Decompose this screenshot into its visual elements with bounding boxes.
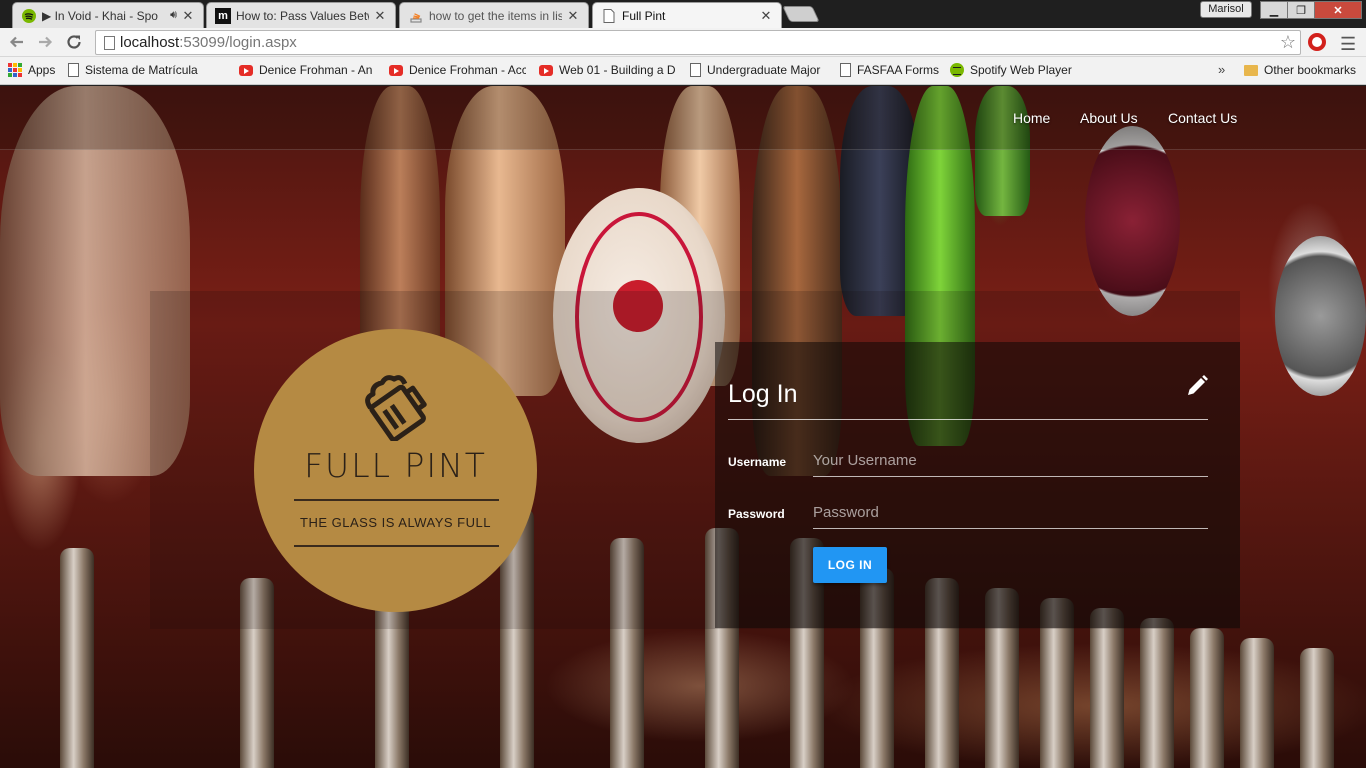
tab-title: Full Pint [622,8,666,23]
page-icon [690,63,701,77]
reload-button[interactable] [63,31,85,53]
background-tap-handle [1275,236,1366,396]
close-tab-icon[interactable]: ✕ [759,8,773,24]
password-input[interactable] [813,497,1208,529]
youtube-icon [239,64,253,76]
page-icon [601,8,617,24]
bookmark-item[interactable]: Undergraduate Major [690,63,827,77]
profile-badge[interactable]: Marisol [1200,1,1252,18]
username-label: Username [728,455,787,469]
bookmark-item[interactable]: Denice Frohman - An [239,63,376,77]
bookmark-label: Spotify Web Player [970,63,1072,77]
bookmark-label: Undergraduate Major [707,63,821,77]
background-faucet [1300,648,1334,768]
nav-home-link[interactable]: Home [1013,110,1050,126]
background-faucet [1240,638,1274,768]
close-tab-icon[interactable]: ✕ [566,8,580,24]
bookmark-label: Other bookmarks [1264,63,1357,77]
background-tap-handle [1085,126,1180,316]
chrome-menu-icon[interactable]: ☰ [1340,34,1356,55]
browser-tab-strip: ▶ In Void - Khai - Spo 🔊︎ ✕ m How to: Pa… [0,0,1366,28]
login-button[interactable]: LOG IN [813,547,887,583]
full-pint-logo: FULL PINT THE GLASS IS ALWAYS FULL [254,329,537,612]
nav-contact-link[interactable]: Contact Us [1168,110,1237,126]
beer-mug-icon [365,375,427,441]
username-input[interactable] [813,445,1208,477]
tab-title: ▶ In Void - Khai - Spo [42,8,158,23]
back-button[interactable] [6,31,28,53]
other-bookmarks[interactable]: Other bookmarks [1244,63,1356,77]
pencil-icon [1188,375,1208,395]
url-text: localhost:53099/login.aspx [120,34,297,51]
bookmark-star-icon[interactable]: ☆ [1280,32,1296,53]
page-icon [68,63,79,77]
youtube-icon [539,64,553,76]
bookmark-label: Web 01 - Building a D [559,63,676,77]
youtube-icon [389,64,403,76]
maximize-button[interactable]: ❐ [1287,1,1315,19]
bookmark-item[interactable]: Web 01 - Building a D [539,63,676,77]
apps-icon [8,63,22,77]
folder-icon [1244,64,1258,76]
logo-divider [294,545,499,547]
background-faucet [60,548,94,768]
bookmark-label: Sistema de Matrícula [85,63,198,77]
tab-title: How to: Pass Values Betw [236,8,369,23]
reload-icon [67,35,81,49]
minimize-button[interactable]: ▁ [1260,1,1288,19]
site-navbar: Home About Us Contact Us [0,86,1366,150]
bookmarks-bar: Apps Sistema de Matrícula Denice Frohman… [0,57,1366,85]
arrow-left-icon [9,36,23,48]
logo-tagline: THE GLASS IS ALWAYS FULL [300,515,491,530]
browser-tab[interactable]: ▶ In Void - Khai - Spo 🔊︎ ✕ [12,2,204,28]
bookmarks-overflow-chevron[interactable]: » [1218,62,1225,77]
address-bar[interactable]: localhost:53099/login.aspx ☆ [95,30,1301,55]
spotify-icon [950,63,964,77]
background-faucet [1090,608,1124,768]
background-faucet [1140,618,1174,768]
nav-about-link[interactable]: About Us [1080,110,1138,126]
speaker-icon: 🔊︎ [170,9,177,21]
bookmark-label: FASFAA Forms [857,63,940,77]
bookmark-item[interactable]: FASFAA Forms [840,63,939,77]
arrow-right-icon [39,36,53,48]
bookmark-item[interactable]: Spotify Web Player [950,63,1072,77]
bookmark-label: Apps [28,63,56,77]
bookmark-item[interactable]: Sistema de Matrícula [68,63,208,77]
login-title: Log In [728,380,798,408]
m-logo-icon: m [215,7,231,24]
close-window-button[interactable]: ✕ [1314,1,1362,19]
close-tab-icon[interactable]: ✕ [181,8,195,24]
logo-divider [294,499,499,501]
new-tab-button[interactable] [782,6,820,22]
stackoverflow-icon [408,8,424,24]
bookmark-label: Denice Frohman - Acc [409,63,526,77]
logo-title: FULL PINT [304,446,487,485]
tab-title: how to get the items in lis [429,8,562,23]
bookmark-apps[interactable]: Apps [8,63,55,77]
close-tab-icon[interactable]: ✕ [373,8,387,24]
bookmark-label: Denice Frohman - An [259,63,373,77]
background-faucet [1190,628,1224,768]
password-label: Password [728,507,785,521]
page-icon [104,36,115,50]
page-viewport: Home About Us Contact Us FULL PINT THE G… [0,86,1366,768]
login-panel: Log In Username Password LOG IN [715,342,1240,628]
browser-tab[interactable]: how to get the items in lis ✕ [399,2,589,28]
page-icon [840,63,851,77]
browser-toolbar: localhost:53099/login.aspx ☆ [0,28,1366,57]
forward-button[interactable] [34,31,56,53]
spotify-icon [21,8,37,24]
bookmark-item[interactable]: Denice Frohman - Acc [389,63,526,77]
browser-tab[interactable]: m How to: Pass Values Betw ✕ [206,2,396,28]
login-title-underline [728,419,1208,420]
browser-tab-active[interactable]: Full Pint ✕ [592,2,782,28]
opera-extension-icon[interactable] [1308,33,1326,51]
